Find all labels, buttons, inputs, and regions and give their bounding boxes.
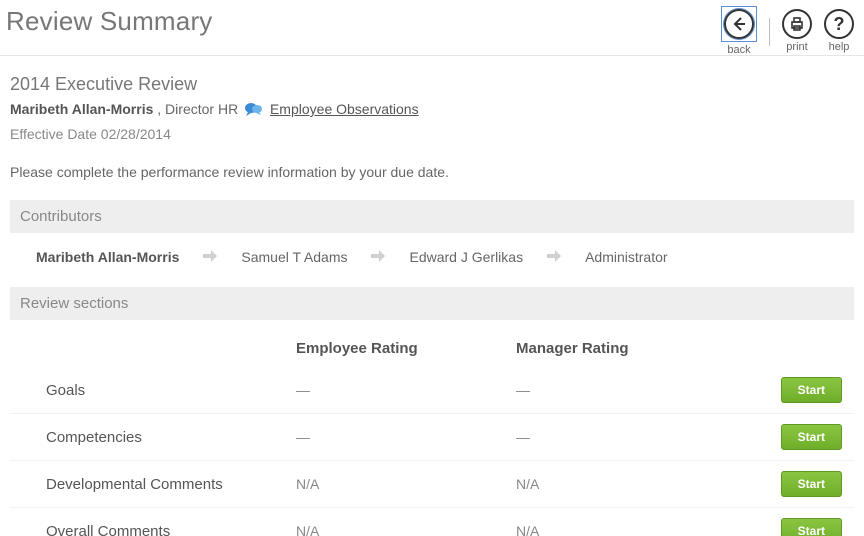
contributors-heading: Contributors [10,200,854,233]
employee-rating-value: — [296,382,516,398]
instruction-text: Please complete the performance review i… [10,164,854,180]
person-role: , Director HR [157,101,238,117]
employee-observations-link[interactable]: Employee Observations [270,101,419,117]
effective-date-line: Effective Date 02/28/2014 [10,126,854,142]
divider [769,18,770,46]
review-sections-table: Employee Rating Manager Rating Goals — —… [10,330,854,536]
top-actions: back print ? help [721,4,854,56]
back-button[interactable]: back [721,6,757,56]
manager-rating-value: — [516,382,716,398]
review-sections-heading: Review sections [10,287,854,320]
content-scroll[interactable]: 2014 Executive Review Maribeth Allan-Mor… [0,56,864,536]
help-label: help [829,41,850,53]
start-button[interactable]: Start [781,471,842,497]
topbar: Review Summary back [0,0,864,56]
contributor-item: Maribeth Allan-Morris [36,249,179,265]
employee-rating-value: N/A [296,476,516,492]
help-button[interactable]: ? help [824,9,854,53]
contributors-row: Maribeth Allan-Morris Samuel T Adams Edw… [10,243,854,287]
table-row: Goals — — Start [10,367,854,414]
start-button[interactable]: Start [781,518,842,536]
review-title: 2014 Executive Review [10,74,854,95]
print-label: print [786,41,807,53]
row-label: Overall Comments [16,523,296,536]
manager-rating-value: — [516,429,716,445]
back-label: back [727,44,750,56]
table-row: Competencies — — Start [10,414,854,461]
help-icon: ? [834,14,845,35]
person-name: Maribeth Allan-Morris [10,101,153,117]
start-button[interactable]: Start [781,424,842,450]
effective-date-label: Effective Date [10,126,97,142]
manager-rating-value: N/A [516,523,716,536]
contributor-item: Edward J Gerlikas [409,249,523,265]
column-manager-rating: Manager Rating [516,340,716,357]
row-label: Goals [16,382,296,399]
manager-rating-value: N/A [516,476,716,492]
back-arrow-icon [731,16,747,32]
print-icon [789,16,805,32]
page-title: Review Summary [6,4,213,37]
arrow-right-icon [203,249,217,265]
column-employee-rating: Employee Rating [296,340,516,357]
chat-bubble-icon[interactable] [244,101,264,120]
row-label: Competencies [16,429,296,446]
print-button[interactable]: print [782,9,812,53]
contributor-item: Administrator [585,249,667,265]
table-row: Overall Comments N/A N/A Start [10,508,854,536]
arrow-right-icon [547,249,561,265]
row-label: Developmental Comments [16,476,296,493]
employee-rating-value: N/A [296,523,516,536]
table-row: Developmental Comments N/A N/A Start [10,461,854,508]
effective-date-value: 02/28/2014 [101,126,171,142]
employee-rating-value: — [296,429,516,445]
arrow-right-icon [371,249,385,265]
table-header-row: Employee Rating Manager Rating [10,330,854,367]
contributor-item: Samuel T Adams [241,249,347,265]
person-line: Maribeth Allan-Morris , Director HR Empl… [10,101,854,120]
start-button[interactable]: Start [781,377,842,403]
